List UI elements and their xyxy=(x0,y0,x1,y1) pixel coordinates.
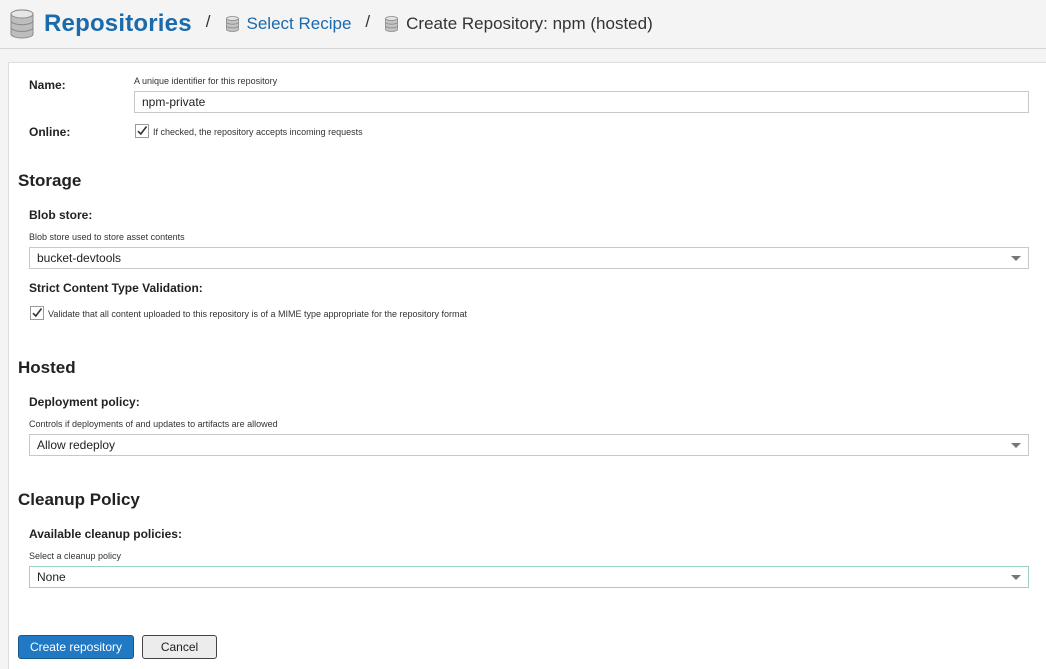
breadcrumb-current: Create Repository: npm (hosted) xyxy=(385,14,653,34)
breadcrumb-separator: / xyxy=(365,12,371,31)
online-checkbox[interactable] xyxy=(135,124,149,138)
create-repository-form: Name: A unique identifier for this repos… xyxy=(8,62,1046,669)
database-icon xyxy=(385,16,399,32)
deployment-policy-label: Deployment policy: xyxy=(29,395,140,409)
deployment-policy-help-text: Controls if deployments of and updates t… xyxy=(29,419,278,429)
storage-heading: Storage xyxy=(18,171,82,190)
blob-store-label: Blob store: xyxy=(29,208,93,222)
chevron-down-icon[interactable] xyxy=(1011,443,1021,448)
breadcrumb-link[interactable]: Select Recipe xyxy=(247,14,352,34)
name-help-text: A unique identifier for this repository xyxy=(134,76,278,86)
breadcrumb-separator: / xyxy=(205,12,211,31)
cleanup-policy-select[interactable]: None xyxy=(29,566,1029,588)
name-input[interactable]: npm-private xyxy=(134,91,1029,113)
cleanup-policy-help-text: Select a cleanup policy xyxy=(29,551,122,561)
deployment-policy-select[interactable]: Allow redeploy xyxy=(29,434,1029,456)
cleanup-policies-label: Available cleanup policies: xyxy=(29,527,182,541)
blob-store-select[interactable]: bucket-devtools xyxy=(29,247,1029,269)
page-title: Create Repository: npm (hosted) xyxy=(406,14,653,33)
blob-store-value: bucket-devtools xyxy=(37,251,122,265)
deployment-policy-value: Allow redeploy xyxy=(37,438,116,452)
hosted-heading: Hosted xyxy=(18,358,76,377)
cleanup-policy-value: None xyxy=(37,570,66,584)
name-label: Name: xyxy=(29,78,66,92)
page-header: Repositories / Select Recipe / Create Re… xyxy=(0,0,1046,49)
breadcrumb-select-recipe[interactable]: Select Recipe xyxy=(225,14,352,34)
blob-store-help-text: Blob store used to store asset contents xyxy=(29,232,185,242)
strict-content-checkbox-label: Validate that all content uploaded to th… xyxy=(48,309,468,319)
breadcrumb-repositories[interactable]: Repositories xyxy=(44,10,192,38)
strict-content-checkbox[interactable] xyxy=(30,306,44,320)
chevron-down-icon[interactable] xyxy=(1011,256,1021,261)
strict-content-label: Strict Content Type Validation: xyxy=(29,281,203,295)
database-icon xyxy=(225,16,239,32)
cancel-button[interactable]: Cancel xyxy=(142,635,217,659)
breadcrumb: Repositories / Select Recipe / Create Re… xyxy=(10,0,653,48)
chevron-down-icon[interactable] xyxy=(1011,575,1021,580)
online-label: Online: xyxy=(29,125,71,139)
create-repository-button[interactable]: Create repository xyxy=(18,635,134,659)
online-checkbox-label: If checked, the repository accepts incom… xyxy=(153,127,363,137)
database-icon xyxy=(10,9,34,39)
cleanup-policy-heading: Cleanup Policy xyxy=(18,490,140,509)
